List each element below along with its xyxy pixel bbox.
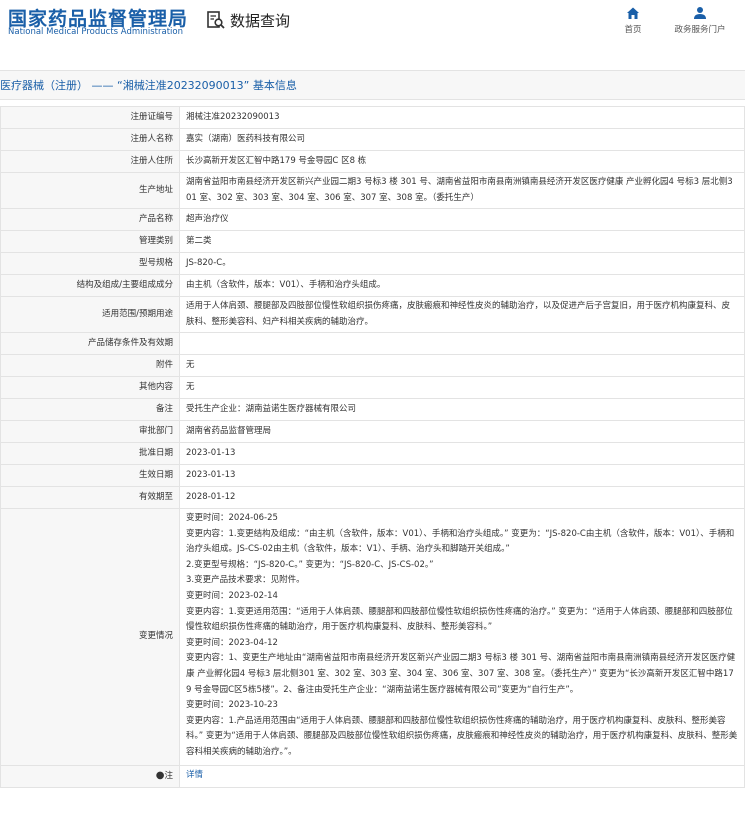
- row-label: ●注: [0, 764, 180, 788]
- note-label: 注: [164, 770, 173, 781]
- table-row: 有效期至 2028-01-12: [0, 486, 745, 509]
- nav-service-portal[interactable]: 政务服务门户: [665, 6, 735, 35]
- nav-service-portal-label: 政务服务门户: [674, 25, 726, 35]
- row-value: 湖南省益阳市南县经济开发区新兴产业园二期3 号标3 楼 301 号、湖南省益阳市…: [179, 172, 745, 209]
- table-row: 生效日期 2023-01-13: [0, 464, 745, 487]
- row-value: 无: [179, 376, 745, 399]
- change-line: 3.变更产品技术要求：见附件。: [186, 575, 305, 586]
- change-line: 2.变更型号规格：“JS-820-C。” 变更为：“JS-820-C、JS-CS…: [186, 559, 434, 570]
- row-label: 生产地址: [0, 172, 180, 209]
- note-row: ●注 详情: [0, 764, 745, 788]
- table-row: 产品名称 超声治疗仪: [0, 208, 745, 231]
- row-label: 备注: [0, 398, 180, 421]
- row-label: 适用范围/预期用途: [0, 296, 180, 333]
- table-row: 生产地址 湖南省益阳市南县经济开发区新兴产业园二期3 号标3 楼 301 号、湖…: [0, 172, 745, 209]
- table-row: 型号规格 JS-820-C。: [0, 252, 745, 275]
- row-value: 湖南省药品监督管理局: [179, 420, 745, 443]
- page-title-bar: 医疗器械（注册） —— “湘械注准20232090013” 基本信息: [0, 70, 745, 100]
- row-value: 由主机（含软件，版本：V01）、手柄和治疗头组成。: [179, 274, 745, 297]
- table-row: 注册人名称 嘉实（湖南）医药科技有限公司: [0, 128, 745, 151]
- row-value: JS-820-C。: [179, 252, 745, 275]
- row-label: 产品名称: [0, 208, 180, 231]
- row-label: 管理类别: [0, 230, 180, 253]
- table-row: 批准日期 2023-01-13: [0, 442, 745, 465]
- change-line: 变更时间：2023-10-23: [186, 700, 278, 711]
- row-label: 注册人住所: [0, 150, 180, 173]
- table-row: 备注 受托生产企业：湖南益诺生医疗器械有限公司: [0, 398, 745, 421]
- row-value: 超声治疗仪: [179, 208, 745, 231]
- site-header: 国家药品监督管理局 National Medical Products Admi…: [0, 0, 745, 60]
- row-value: 长沙高新开发区汇智中路179 号金导园C 区8 栋: [179, 150, 745, 173]
- change-line: 变更内容：1.变更结构及组成：“由主机（含软件，版本：V01）、手柄和治疗头组成…: [186, 528, 735, 555]
- change-line: 变更时间：2024-06-25: [186, 513, 278, 523]
- row-label: 型号规格: [0, 252, 180, 275]
- change-line: 变更时间：2023-04-12: [186, 637, 278, 648]
- user-icon: [694, 7, 706, 19]
- row-value: 2023-01-13: [179, 442, 745, 465]
- row-label: 注册证编号: [0, 106, 180, 129]
- row-label: 注册人名称: [0, 128, 180, 151]
- page-title: 医疗器械（注册） —— “湘械注准20232090013” 基本信息: [0, 79, 297, 92]
- row-label: 有效期至: [0, 486, 180, 509]
- change-line: 变更内容：1.变更适用范围：“适用于人体肩颈、腰腿部和四肢部位慢性软组织损伤性疼…: [186, 606, 733, 633]
- table-row: 审批部门 湖南省药品监督管理局: [0, 420, 745, 443]
- row-value: 2023-01-13: [179, 464, 745, 487]
- row-value: 适用于人体肩颈、腰腿部及四肢部位慢性软组织损伤疼痛，皮肤瘢痕和神经性皮炎的辅助治…: [179, 296, 745, 333]
- row-value: 第二类: [179, 230, 745, 253]
- row-label: 变更情况: [0, 508, 180, 766]
- detail-table: 注册证编号 湘械注准20232090013 注册人名称 嘉实（湖南）医药科技有限…: [0, 106, 745, 788]
- data-query-icon: [207, 11, 225, 29]
- row-label: 审批部门: [0, 420, 180, 443]
- change-history: 变更时间：2024-06-25 变更内容：1.变更结构及组成：“由主机（含软件，…: [179, 508, 745, 766]
- row-label: 结构及组成/主要组成成分: [0, 274, 180, 297]
- table-row: 其他内容 无: [0, 376, 745, 399]
- row-value: 详情: [179, 764, 745, 788]
- nav-home[interactable]: 首页: [598, 6, 668, 35]
- row-label: 产品储存条件及有效期: [0, 332, 180, 355]
- table-row: 附件 无: [0, 354, 745, 377]
- row-value: 无: [179, 354, 745, 377]
- row-value: 2028-01-12: [179, 486, 745, 509]
- row-label: 其他内容: [0, 376, 180, 399]
- table-row: 产品储存条件及有效期: [0, 332, 745, 355]
- table-row: 管理类别 第二类: [0, 230, 745, 253]
- row-value: 受托生产企业：湖南益诺生医疗器械有限公司: [179, 398, 745, 421]
- table-row: 结构及组成/主要组成成分 由主机（含软件，版本：V01）、手柄和治疗头组成。: [0, 274, 745, 297]
- table-row: 注册证编号 湘械注准20232090013: [0, 106, 745, 129]
- change-line: 变更内容：1、变更生产地址由“湖南省益阳市南县经济开发区新兴产业园二期3 号标3…: [186, 653, 736, 695]
- change-history-row: 变更情况 变更时间：2024-06-25 变更内容：1.变更结构及组成：“由主机…: [0, 508, 745, 766]
- row-value: 湘械注准20232090013: [179, 106, 745, 129]
- row-label: 生效日期: [0, 464, 180, 487]
- row-value: 嘉实（湖南）医药科技有限公司: [179, 128, 745, 151]
- data-query-label: 数据查询: [230, 11, 291, 30]
- details-link[interactable]: 详情: [186, 770, 203, 780]
- table-row: 注册人住所 长沙高新开发区汇智中路179 号金导园C 区8 栋: [0, 150, 745, 173]
- data-query-link[interactable]: 数据查询: [206, 10, 290, 30]
- home-icon: [627, 7, 639, 19]
- row-label: 附件: [0, 354, 180, 377]
- change-line: 变更内容：1.产品适用范围由“适用于人体肩颈、腰腿部和四肢部位慢性软组织损伤性疼…: [186, 715, 738, 757]
- row-value: [179, 332, 745, 355]
- table-row: 适用范围/预期用途 适用于人体肩颈、腰腿部及四肢部位慢性软组织损伤疼痛，皮肤瘢痕…: [0, 296, 745, 333]
- change-line: 变更时间：2023-02-14: [186, 590, 278, 601]
- nav-home-label: 首页: [624, 25, 642, 35]
- site-logo-en: National Medical Products Administration: [8, 27, 183, 37]
- row-label: 批准日期: [0, 442, 180, 465]
